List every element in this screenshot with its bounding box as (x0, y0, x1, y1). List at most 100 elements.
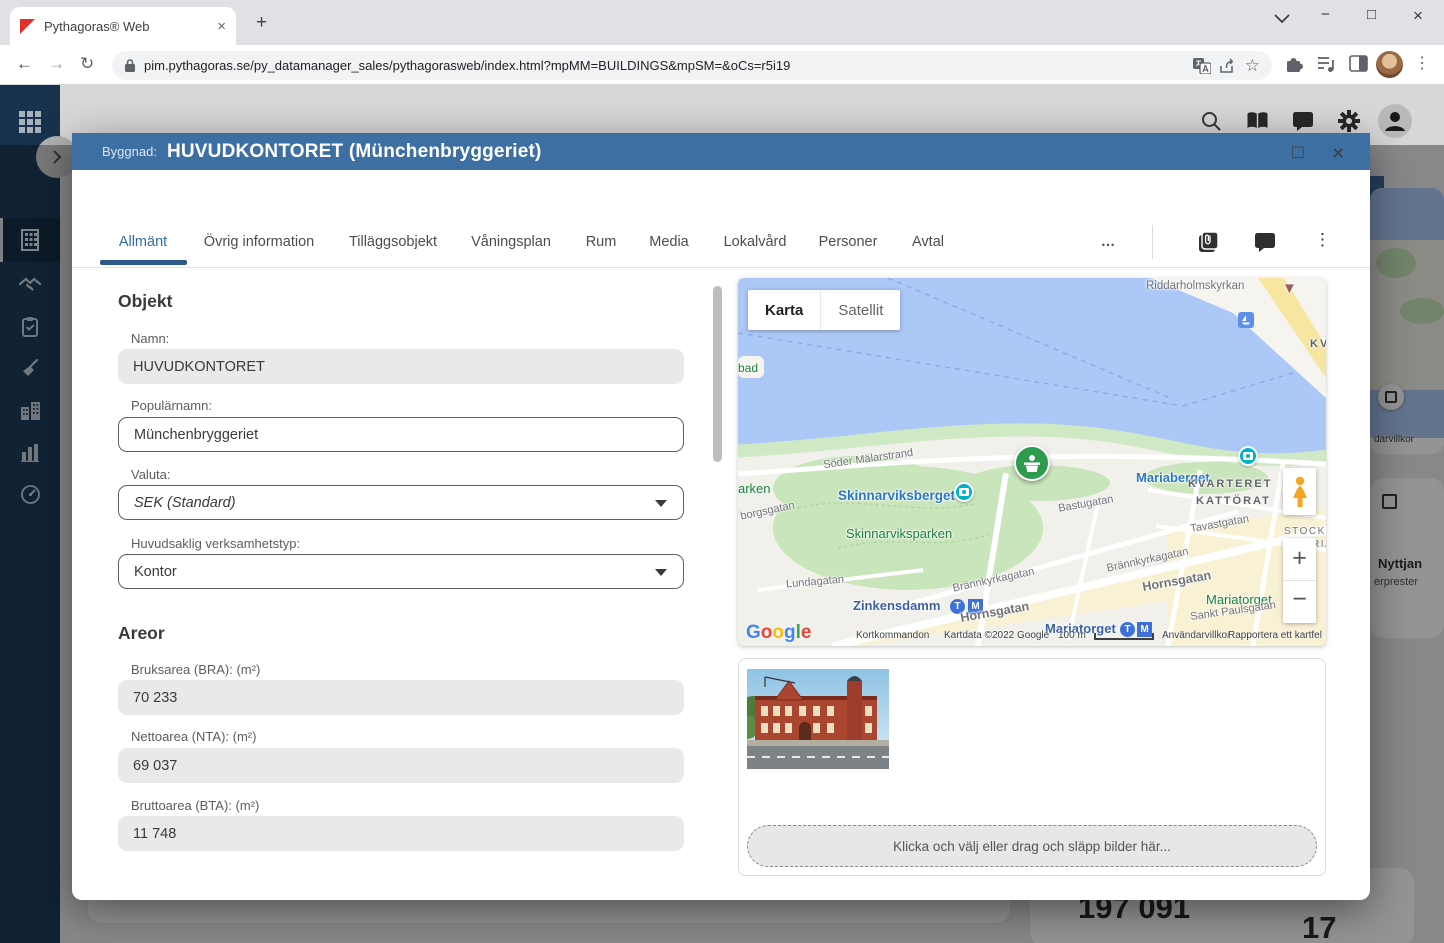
tabs-overflow-button[interactable]: … (1101, 234, 1116, 250)
dropdown-caret-icon (655, 500, 667, 507)
namn-input: HUVUDKONTORET (118, 349, 684, 384)
tab-title: Pythagoras® Web (44, 18, 150, 34)
map-zoom-control: + − (1283, 538, 1316, 623)
image-dropzone[interactable]: Klicka och välj eller drag och släpp bil… (747, 825, 1317, 867)
zoom-out-button[interactable]: − (1283, 580, 1316, 622)
photo-pin-icon (1238, 446, 1258, 466)
bra-label: Bruksarea (BRA): (m²) (131, 662, 261, 677)
translate-icon[interactable] (1192, 57, 1211, 74)
window-maximize-button[interactable]: □ (1367, 6, 1376, 23)
bta-label: Bruttoarea (BTA): (m²) (131, 798, 260, 813)
map-label-bad: bad (738, 361, 759, 375)
reload-button[interactable]: ↻ (80, 54, 94, 74)
dialog-maximize-button[interactable]: □ (1292, 142, 1303, 164)
map-boat-icon (1238, 312, 1254, 328)
pegman-icon (1292, 476, 1307, 507)
map-label-zinkensdamm: Zinkensdamm (853, 598, 941, 613)
lock-icon (125, 59, 135, 72)
tab-allmant[interactable]: Allmänt (119, 234, 167, 250)
tab-avtal[interactable]: Avtal (912, 234, 944, 250)
extensions-puzzle-icon[interactable] (1284, 54, 1304, 74)
browser-menu-icon[interactable]: ⋮ (1414, 53, 1430, 73)
dropdown-caret-icon (655, 569, 667, 576)
map-label-riddarholmskyrkan: Riddarholmskyrkan (1146, 280, 1245, 292)
building-photo (747, 669, 889, 769)
map-pin-icon: ▼ (1282, 280, 1297, 297)
browser-tab[interactable]: Pythagoras® Web × (10, 7, 236, 45)
section-objekt: Objekt (118, 291, 173, 311)
verksamhetstyp-value: Kontor (134, 563, 177, 580)
attachments-icon[interactable] (1196, 229, 1220, 255)
tab-media[interactable]: Media (649, 234, 689, 250)
nta-label: Nettoarea (NTA): (m²) (131, 729, 257, 744)
map-shortcuts-link[interactable]: Kortkommandon (856, 630, 929, 641)
share-icon[interactable] (1219, 57, 1237, 74)
tab-vaningsplan[interactable]: Våningsplan (471, 234, 551, 250)
map-scale-label: 100 m (1058, 630, 1086, 641)
new-tab-button[interactable]: + (256, 12, 267, 34)
comments-icon[interactable] (1254, 232, 1276, 253)
bra-input: 70 233 (118, 680, 684, 715)
bookmark-star-icon[interactable]: ☆ (1245, 56, 1260, 76)
map-terms-link[interactable]: Användarvillkor (1162, 630, 1230, 641)
map-label-arken: arken (738, 481, 771, 496)
map-label-kvarteret: KVARTERET (1188, 478, 1273, 490)
active-tab-underline (100, 260, 187, 265)
google-map[interactable]: Riddarholmskyrkan ▼ KV bad Söder Mälarst… (738, 278, 1326, 646)
dialog-close-button[interactable]: × (1332, 142, 1344, 166)
zoom-in-button[interactable]: + (1283, 538, 1316, 580)
back-button[interactable]: ← (16, 54, 33, 74)
namn-label: Namn: (131, 331, 170, 346)
tab-tillaggsobjekt[interactable]: Tilläggsobjekt (349, 234, 437, 250)
valuta-value: SEK (Standard) (134, 494, 236, 511)
form-scrollbar[interactable] (713, 286, 722, 462)
map-report-link[interactable]: Rapportera ett kartfel (1228, 630, 1322, 641)
forward-button[interactable]: → (48, 54, 65, 74)
google-logo: Google (746, 622, 812, 643)
tab-personer[interactable]: Personer (819, 234, 878, 250)
map-type-switcher: Karta Satellit (748, 290, 901, 330)
window-minimize-button[interactable]: − (1321, 6, 1330, 23)
valuta-select[interactable]: SEK (Standard) (118, 485, 684, 520)
map-label-skinnarviksberget: Skinnarviksberget (838, 488, 956, 503)
building-dialog: □ × Byggnad: HUVUDKONTORET (Münchenbrygg… (72, 133, 1370, 900)
dialog-kebab-icon[interactable]: ⋮ (1314, 230, 1331, 250)
window-chevron-icon[interactable] (1274, 14, 1290, 24)
tab-rum[interactable]: Rum (586, 234, 617, 250)
map-scale-bar (1094, 633, 1154, 640)
map-label-skinnarviksparken: Skinnarviksparken (846, 526, 953, 541)
url-text: pim.pythagoras.se/py_datamanager_sales/p… (144, 58, 791, 73)
popularnamn-input[interactable]: Münchenbryggeriet (118, 417, 684, 452)
playlist-icon[interactable] (1317, 55, 1337, 73)
building-location-marker[interactable] (1014, 445, 1050, 481)
section-areor: Areor (118, 623, 165, 643)
dialog-title: HUVUDKONTORET (Münchenbryggeriet) (166, 140, 542, 162)
map-button-karta[interactable]: Karta (748, 290, 820, 330)
popularnamn-label: Populärnamn: (131, 398, 212, 413)
verksamhetstyp-label: Huvudsaklig verksamhetstyp: (131, 536, 301, 551)
map-label-kv: KV (1310, 338, 1326, 350)
pythagoras-favicon (20, 18, 35, 34)
pegman-control[interactable] (1283, 468, 1316, 515)
screen: + − darvillkor Nyttjan erprester 197 091… (0, 0, 1444, 943)
window-close-button[interactable]: × (1413, 6, 1423, 26)
map-button-satellit[interactable]: Satellit (821, 290, 900, 330)
url-bar[interactable]: pim.pythagoras.se/py_datamanager_sales/p… (112, 51, 1272, 80)
photo-pin-icon (954, 482, 974, 502)
verksamhetstyp-select[interactable]: Kontor (118, 554, 684, 589)
tabbar-divider (1152, 225, 1153, 259)
images-panel: Klicka och välj eller drag och släpp bil… (738, 658, 1326, 876)
side-panel-icon[interactable] (1349, 55, 1368, 72)
office-marker-icon (1024, 455, 1040, 472)
map-data-attribution: Kartdata ©2022 Google (944, 630, 1050, 641)
valuta-label: Valuta: (131, 467, 171, 482)
dialog-header: Byggnad: HUVUDKONTORET (Münchenbryggerie… (72, 133, 1370, 170)
building-photo-thumbnail[interactable] (747, 669, 889, 769)
map-label-stockholm: STOCKHOLM (1284, 526, 1326, 537)
tab-ovrig-information[interactable]: Övrig information (204, 234, 314, 250)
browser-profile-avatar[interactable] (1376, 51, 1403, 78)
tab-lokalvard[interactable]: Lokalvård (724, 234, 787, 250)
tab-close-icon[interactable]: × (217, 18, 226, 35)
dialog-tabbar: Allmänt Övrig information Tilläggsobjekt… (72, 213, 1370, 268)
browser-tabstrip: Pythagoras® Web × + − □ × (0, 0, 1444, 45)
